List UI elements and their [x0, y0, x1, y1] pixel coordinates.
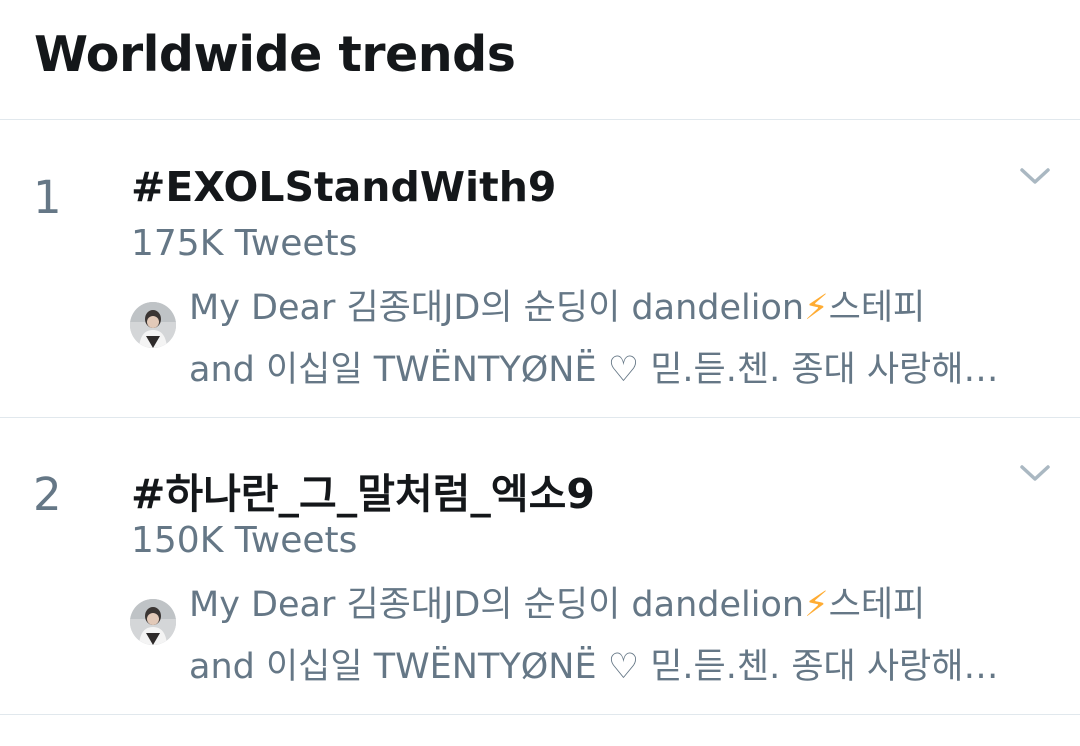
- context-line: My Dear 김종대JD의 순딩이 dandelion⚡스테피: [189, 277, 1049, 339]
- context-text: My Dear 김종대JD의 순딩이 dandelion: [189, 585, 805, 625]
- trend-name[interactable]: #하나란_그_말처럼_엑소9: [131, 460, 595, 520]
- tweet-count: 150K Tweets: [131, 520, 358, 561]
- context-text: 스테피: [828, 585, 926, 625]
- trend-rank: 2: [33, 468, 62, 521]
- trend-rank: 1: [33, 171, 62, 224]
- chevron-down-icon[interactable]: [1018, 165, 1052, 187]
- trend-item[interactable]: 2 #하나란_그_말처럼_엑소9 150K Tweets My Dear 김종대…: [0, 418, 1080, 715]
- context-line: and 이십일 TWËNTYØNË ♡ 믿.듣.첸. 종대 사랑해…: [189, 647, 999, 687]
- chevron-down-icon[interactable]: [1018, 462, 1052, 484]
- context-line: and 이십일 TWËNTYØNË ♡ 믿.듣.첸. 종대 사랑해…: [189, 350, 999, 390]
- trend-name[interactable]: #EXOLStandWith9: [131, 163, 556, 211]
- trend-context: My Dear 김종대JD의 순딩이 dandelion⚡스테피 and 이십일…: [189, 277, 1049, 401]
- avatar: [130, 302, 176, 348]
- context-line: My Dear 김종대JD의 순딩이 dandelion⚡스테피: [189, 574, 1049, 636]
- avatar: [130, 599, 176, 645]
- trend-item[interactable]: 1 #EXOLStandWith9 175K Tweets My Dear 김종…: [0, 121, 1080, 418]
- lightning-emoji-icon: ⚡: [804, 288, 829, 328]
- lightning-emoji-icon: ⚡: [804, 585, 829, 625]
- avatar-photo-icon: [130, 599, 176, 645]
- tweet-count: 175K Tweets: [131, 223, 358, 264]
- trends-header: Worldwide trends: [0, 0, 1080, 120]
- trend-context: My Dear 김종대JD의 순딩이 dandelion⚡스테피 and 이십일…: [189, 574, 1049, 698]
- avatar-photo-icon: [130, 302, 176, 348]
- page-title: Worldwide trends: [34, 26, 516, 83]
- context-text: My Dear 김종대JD의 순딩이 dandelion: [189, 288, 805, 328]
- context-text: 스테피: [828, 288, 926, 328]
